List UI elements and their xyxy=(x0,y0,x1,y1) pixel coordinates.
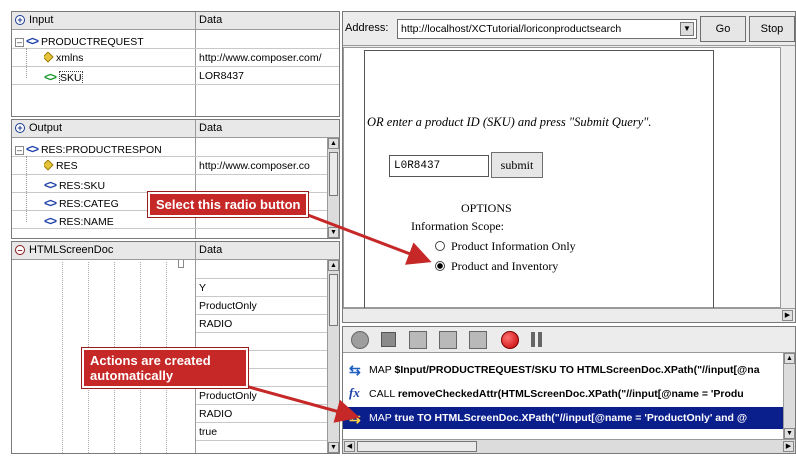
actions-arrow xyxy=(237,382,360,423)
radio-arrow xyxy=(299,210,432,265)
radio-callout: Select this radio button xyxy=(148,192,309,217)
actions-callout: Actions are created automatically xyxy=(82,348,248,388)
